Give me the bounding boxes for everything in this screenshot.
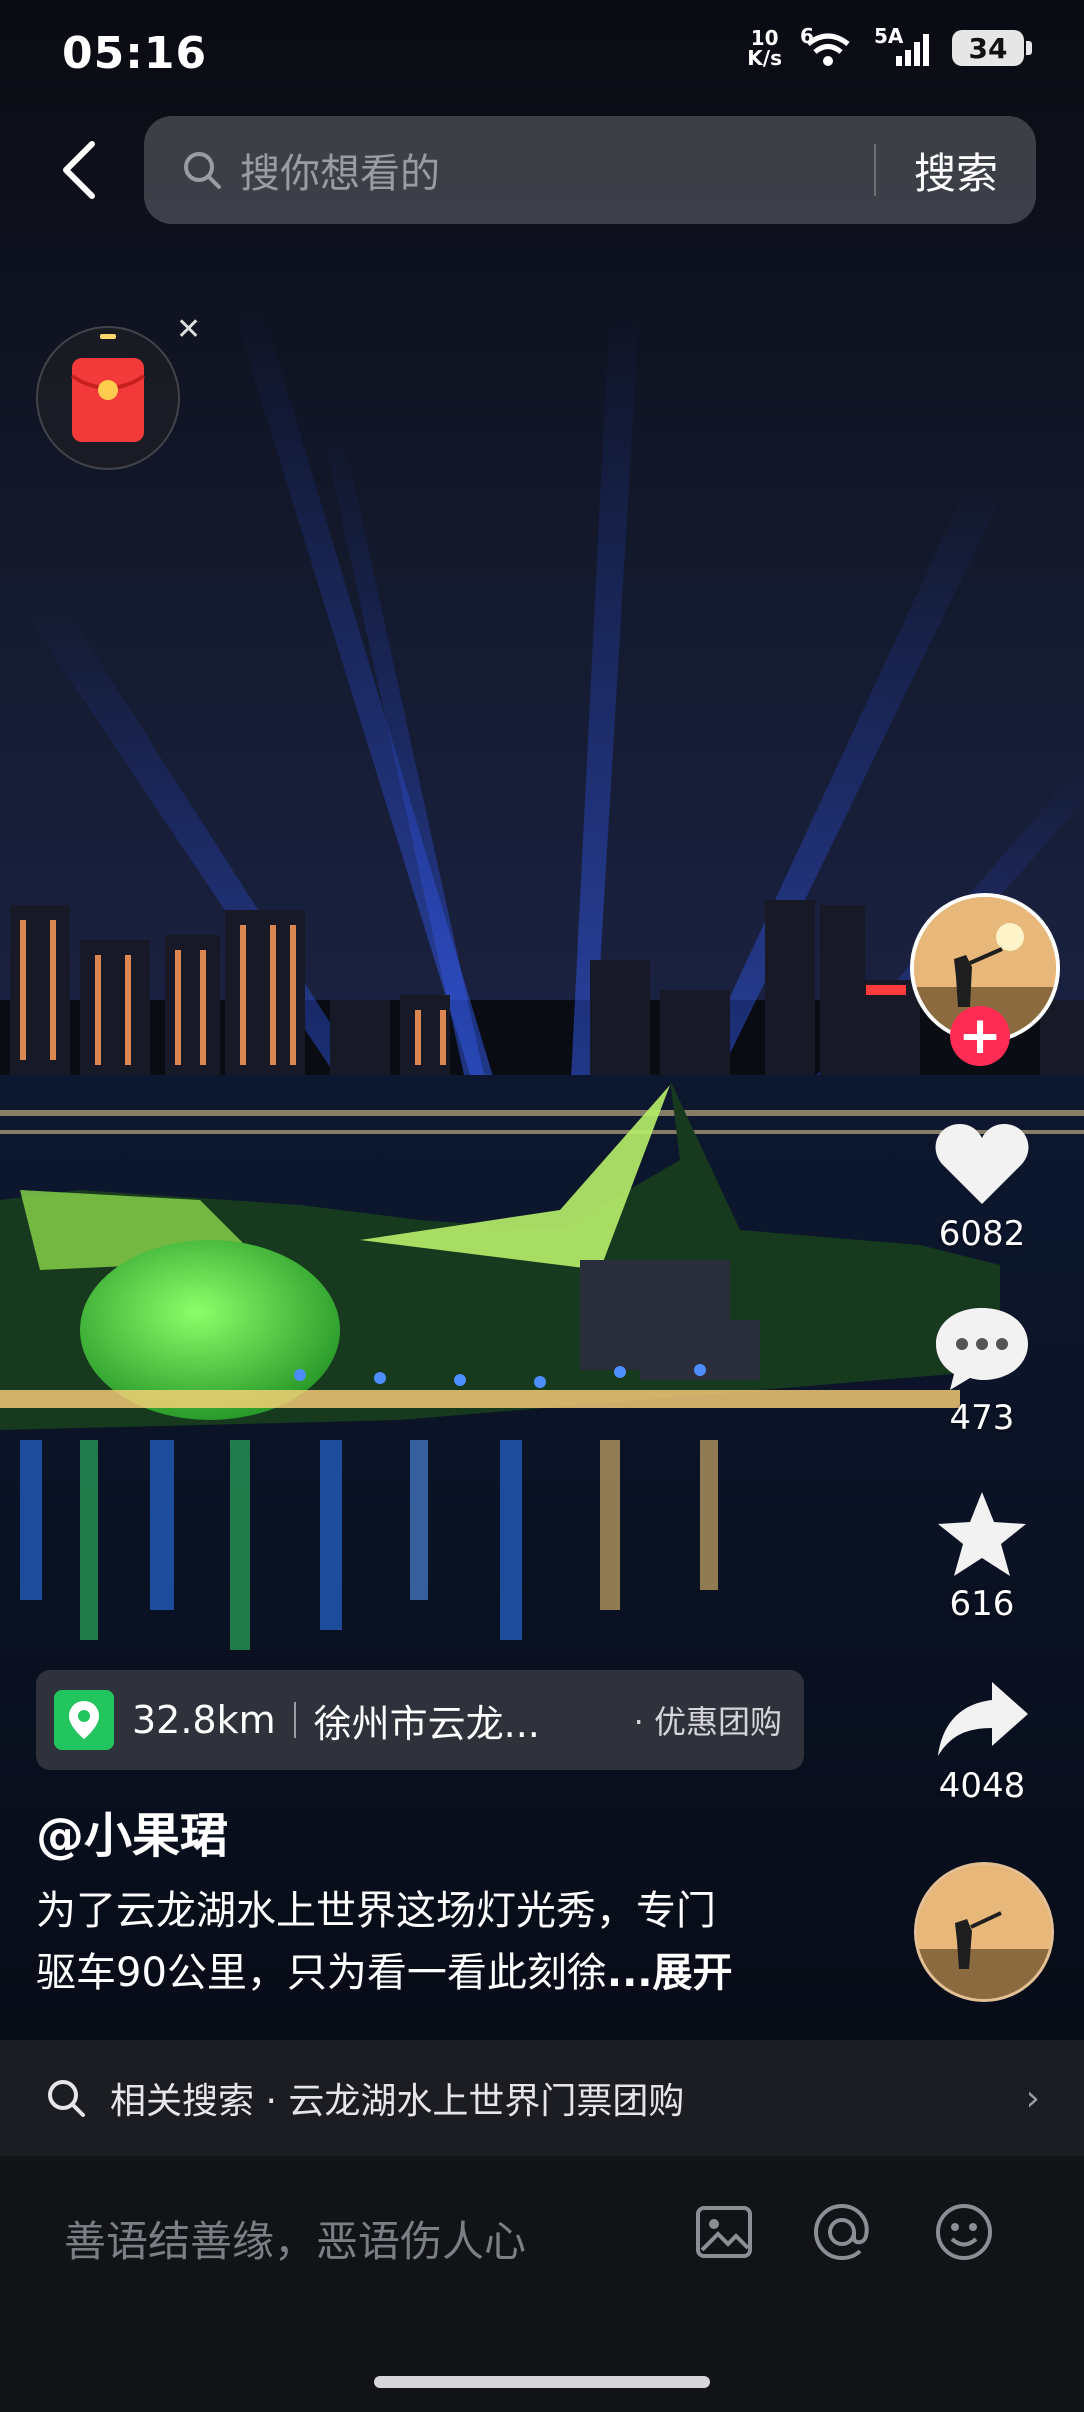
status-time: 05:16 xyxy=(62,28,208,79)
location-divider xyxy=(293,1702,296,1738)
network-speed: 10 K/s xyxy=(747,26,782,70)
share-arrow-icon xyxy=(938,1682,1028,1756)
location-chip[interactable]: 32.8km 徐州市云龙... · 优惠团购 xyxy=(36,1670,804,1770)
status-icons: 10 K/s 6 5A 34 xyxy=(747,24,1032,70)
favorite-button[interactable]: 616 xyxy=(920,1488,1044,1624)
music-disc[interactable] xyxy=(914,1862,1054,2002)
image-icon[interactable] xyxy=(692,2200,756,2264)
comment-input[interactable]: 善语结善缘，恶语伤人心 xyxy=(64,2208,526,2269)
location-distance: 32.8km xyxy=(132,1698,276,1742)
chevron-right-icon: › xyxy=(1025,2077,1040,2119)
emoji-icon[interactable] xyxy=(932,2200,996,2264)
search-icon xyxy=(48,2080,85,2117)
home-indicator[interactable] xyxy=(374,2376,710,2388)
cell-signal-icon: 5A xyxy=(874,24,934,68)
location-name: 徐州市云龙... xyxy=(313,1701,540,1746)
related-search-bar[interactable]: 相关搜索 · 云龙湖水上世界门票团购 › xyxy=(0,2040,1084,2156)
music-cover-image xyxy=(917,1865,1051,1999)
red-packet-widget[interactable] xyxy=(36,326,180,470)
comment-count: 473 xyxy=(949,1398,1015,1438)
wifi-icon: 6 xyxy=(800,24,856,68)
group-deal-label: · 优惠团购 xyxy=(633,1703,782,1741)
battery-indicator: 34 xyxy=(952,30,1032,66)
mention-icon[interactable] xyxy=(810,2200,874,2264)
follow-button[interactable]: + xyxy=(950,1006,1010,1066)
search-icon xyxy=(184,152,221,189)
heart-icon xyxy=(935,1124,1029,1204)
red-envelope-icon xyxy=(70,334,146,442)
map-pin-icon xyxy=(54,1690,114,1750)
favorite-count: 616 xyxy=(949,1584,1015,1624)
comment-bar xyxy=(0,2156,1084,2412)
expand-link[interactable]: ...展开 xyxy=(607,1950,733,1996)
comment-icon xyxy=(936,1308,1028,1390)
star-icon xyxy=(938,1492,1026,1576)
like-count: 6082 xyxy=(938,1214,1026,1254)
search-bar[interactable]: 搜你想看的 搜索 xyxy=(144,116,1036,224)
related-search-text: 相关搜索 · 云龙湖水上世界门票团购 xyxy=(110,2081,685,2122)
author-name[interactable]: @小果珺 xyxy=(36,1796,228,1866)
share-button[interactable]: 4048 xyxy=(920,1676,1044,1806)
search-button[interactable]: 搜索 xyxy=(876,140,1036,201)
share-count: 4048 xyxy=(938,1766,1026,1806)
search-input[interactable]: 搜你想看的 xyxy=(240,141,874,199)
close-icon[interactable]: ✕ xyxy=(176,312,201,347)
video-description[interactable]: 为了云龙湖水上世界这场灯光秀，专门 驱车90公里，只为看一看此刻徐...展开 xyxy=(36,1880,816,2004)
back-button[interactable] xyxy=(56,138,116,202)
like-button[interactable]: 6082 xyxy=(920,1118,1044,1254)
comment-button[interactable]: 473 xyxy=(920,1302,1044,1438)
chevron-left-icon xyxy=(63,141,95,199)
